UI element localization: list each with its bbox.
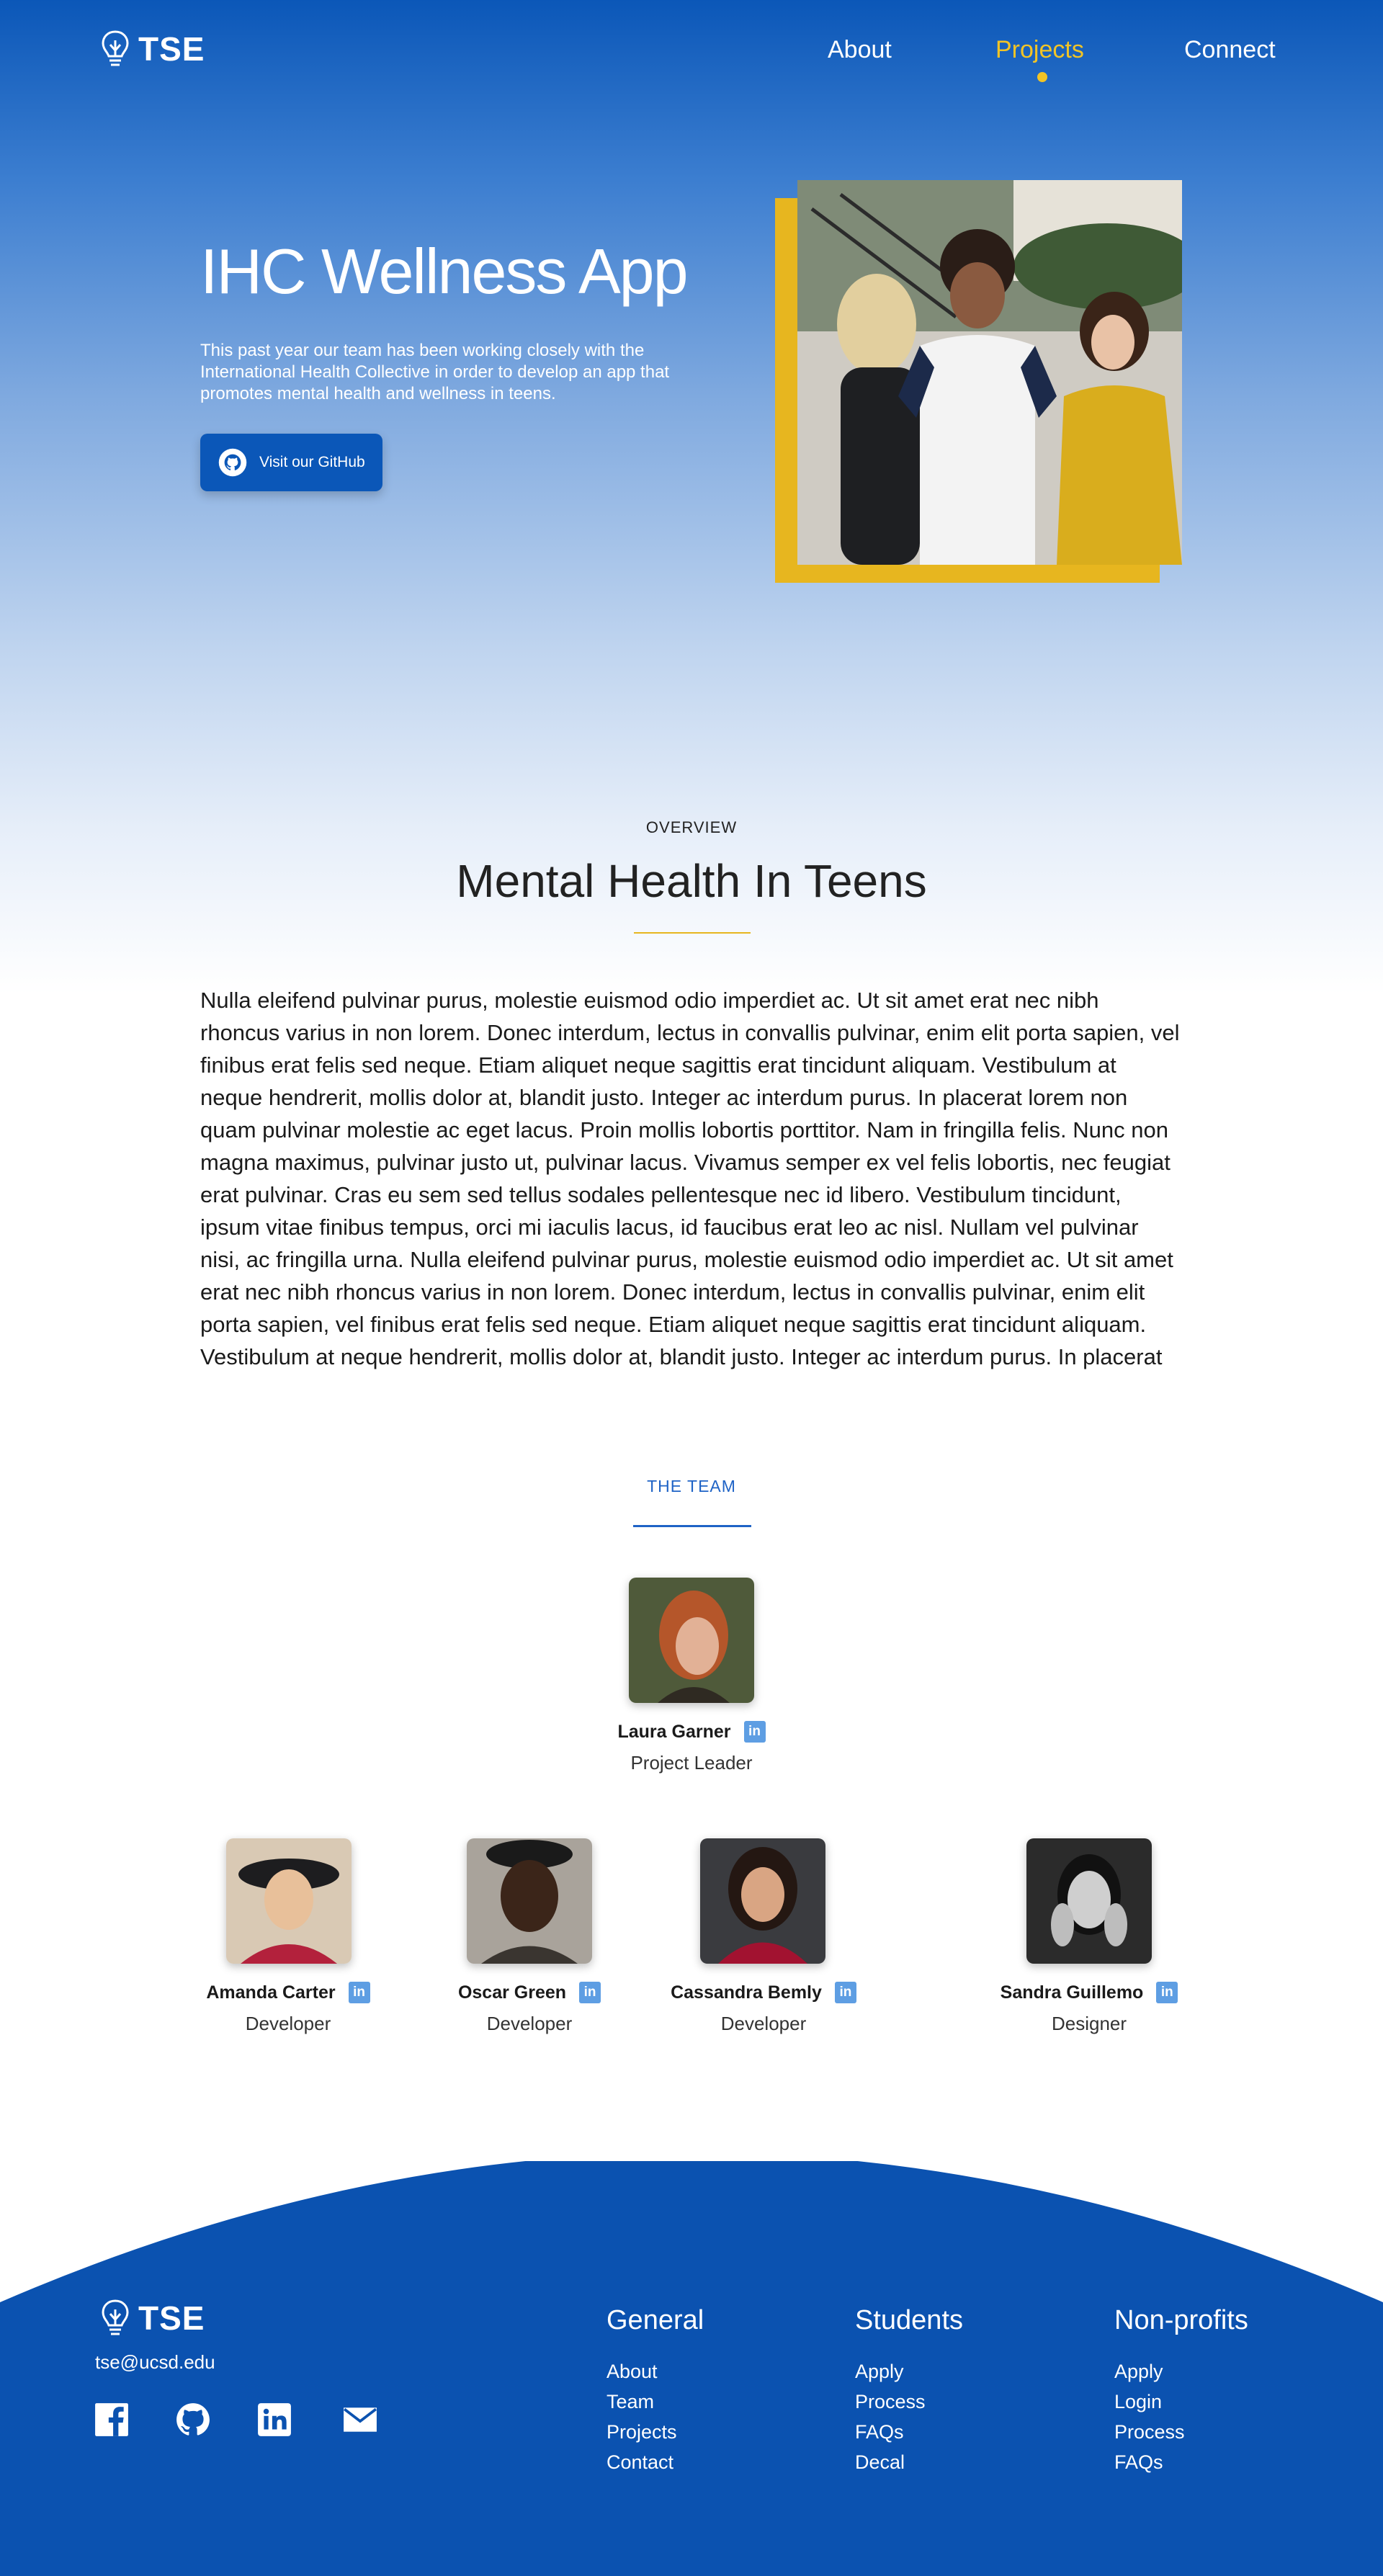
footer-link-faqs[interactable]: FAQs <box>855 2417 963 2447</box>
facebook-icon[interactable] <box>94 2402 130 2438</box>
footer-column-title: Non-profits <box>1114 2305 1248 2335</box>
hero-title: IHC Wellness App <box>200 236 689 307</box>
github-icon[interactable] <box>175 2402 211 2438</box>
lightbulb-icon <box>102 2299 129 2335</box>
leader-name-row: Laura Garner in <box>547 1721 836 1743</box>
nav-link-projects[interactable]: Projects <box>995 36 1084 64</box>
brand-name: TSE <box>138 30 205 68</box>
footer-column-title: General <box>607 2305 704 2335</box>
member-role: Designer <box>1051 2013 1127 2034</box>
member-name: Sandra Guillemo <box>1000 1982 1144 2003</box>
footer-link-login[interactable]: Login <box>1114 2387 1248 2417</box>
avatar-laura-garner <box>629 1578 754 1703</box>
overview-title: Mental Health In Teens <box>456 855 927 907</box>
footer-link-about[interactable]: About <box>607 2356 704 2387</box>
footer-link-apply[interactable]: Apply <box>1114 2356 1248 2387</box>
member-name-row: Sandra Guillemo in <box>945 1982 1233 2003</box>
avatar-amanda-carter <box>226 1838 352 1964</box>
nav-link-about[interactable]: About <box>828 36 892 64</box>
github-button[interactable]: Visit our GitHub <box>200 434 382 491</box>
github-icon <box>218 448 247 477</box>
linkedin-icon[interactable]: in <box>743 1721 766 1743</box>
footer-column-general: General About Team Projects Contact <box>607 2305 704 2477</box>
footer-link-faqs[interactable]: FAQs <box>1114 2447 1248 2477</box>
team-divider <box>633 1525 751 1527</box>
active-nav-indicator <box>1037 72 1047 82</box>
avatar-cassandra-bemly <box>700 1838 825 1964</box>
hero-description: This past year our team has been working… <box>200 341 670 403</box>
member-name: Cassandra Bemly <box>671 1982 822 2003</box>
linkedin-icon[interactable] <box>256 2402 292 2438</box>
footer-column-non-profits: Non-profits Apply Login Process FAQs <box>1114 2305 1248 2477</box>
member-name-row: Cassandra Bemly in <box>619 1982 908 2003</box>
lightbulb-icon <box>102 30 129 66</box>
nav-link-connect[interactable]: Connect <box>1184 36 1276 64</box>
footer-link-process[interactable]: Process <box>855 2387 963 2417</box>
linkedin-icon[interactable]: in <box>579 1982 601 2003</box>
footer-link-apply[interactable]: Apply <box>855 2356 963 2387</box>
overview-eyebrow: OVERVIEW <box>645 818 738 836</box>
mail-icon[interactable] <box>340 2402 380 2438</box>
footer-column-students: Students Apply Process FAQs Decal <box>855 2305 963 2477</box>
overview-body: Nulla eleifend pulvinar purus, molestie … <box>200 988 1180 1369</box>
footer-brand-name: TSE <box>138 2299 205 2337</box>
header-logo[interactable]: TSE <box>99 29 205 69</box>
linkedin-icon[interactable]: in <box>348 1982 370 2003</box>
avatar-oscar-green <box>467 1838 592 1964</box>
footer-logo[interactable]: TSE <box>99 2298 205 2338</box>
footer-link-contact[interactable]: Contact <box>607 2447 704 2477</box>
overview-divider <box>634 932 751 934</box>
footer-link-process[interactable]: Process <box>1114 2417 1248 2447</box>
footer-email-link[interactable]: tse@ucsd.edu <box>95 2351 215 2374</box>
footer-link-team[interactable]: Team <box>607 2387 704 2417</box>
footer-column-title: Students <box>855 2305 963 2335</box>
member-name: Amanda Carter <box>206 1982 336 2003</box>
github-button-label: Visit our GitHub <box>259 454 365 470</box>
footer-link-projects[interactable]: Projects <box>607 2417 704 2447</box>
member-role: Developer <box>720 2013 807 2034</box>
linkedin-icon[interactable]: in <box>1156 1982 1178 2003</box>
linkedin-icon[interactable]: in <box>834 1982 856 2003</box>
team-eyebrow: THE TEAM <box>647 1477 736 1495</box>
member-name: Laura Garner <box>617 1721 731 1742</box>
avatar-sandra-guillemo <box>1026 1838 1152 1964</box>
hero-photo-illustration <box>797 180 1182 565</box>
member-name: Oscar Green <box>457 1982 567 2003</box>
member-role: Project Leader <box>630 1752 753 1774</box>
footer-link-decal[interactable]: Decal <box>855 2447 963 2477</box>
hero-photo <box>797 180 1182 565</box>
